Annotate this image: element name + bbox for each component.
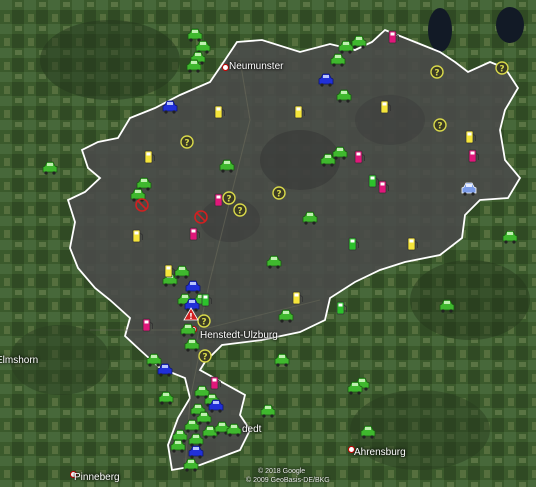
map-attribution-geobasis: © 2009 GeoBasis-DE/BKG	[246, 477, 330, 484]
fuel-station-icon[interactable]	[354, 150, 370, 164]
taxi-icon[interactable]	[502, 230, 518, 244]
taxi-icon[interactable]	[260, 404, 276, 418]
place-label-pinneberg: Pinneberg	[74, 472, 120, 483]
taxi-icon[interactable]	[186, 59, 202, 73]
bus-icon[interactable]	[188, 445, 204, 459]
svg-text:?: ?	[276, 190, 281, 200]
taxi-icon[interactable]	[439, 299, 455, 313]
svg-text:?: ?	[499, 65, 504, 75]
fuel-station-icon[interactable]	[294, 105, 310, 119]
place-label-henstedt: Henstedt-Ulzburg	[200, 330, 278, 341]
fuel-station-icon[interactable]	[407, 237, 423, 251]
city-dot-neumunster	[222, 64, 229, 71]
taxi-icon[interactable]	[183, 458, 199, 472]
fuel-station-icon[interactable]	[214, 105, 230, 119]
taxi-icon[interactable]	[170, 439, 186, 453]
bus-icon[interactable]	[162, 100, 178, 114]
car-icon[interactable]	[461, 182, 477, 196]
taxi-icon[interactable]	[332, 146, 348, 160]
taxi-icon[interactable]	[336, 89, 352, 103]
no-entry-icon[interactable]	[135, 198, 151, 212]
svg-text:?: ?	[237, 207, 242, 217]
question-mark-icon[interactable]: ?	[198, 349, 214, 363]
fuel-station-icon[interactable]	[380, 100, 396, 114]
taxi-icon[interactable]	[219, 159, 235, 173]
place-label-neumunster: Neumunster	[229, 61, 284, 72]
question-mark-icon[interactable]: ?	[180, 135, 196, 149]
fuel-station-icon[interactable]	[164, 264, 180, 278]
map-view[interactable]: Neumunster Henstedt-Ulzburg Elmshorn ded…	[0, 0, 536, 487]
place-label-elmshorn: Elmshorn	[0, 355, 39, 366]
bus-icon[interactable]	[318, 73, 334, 87]
fuel-station-icon[interactable]	[465, 130, 481, 144]
fuel-station-icon[interactable]	[210, 376, 226, 390]
fuel-station-icon[interactable]	[336, 301, 352, 315]
taxi-icon[interactable]	[180, 323, 196, 337]
fuel-station-icon[interactable]	[144, 150, 160, 164]
svg-text:!: !	[189, 312, 193, 321]
bus-icon[interactable]	[185, 280, 201, 294]
fuel-station-icon[interactable]	[368, 174, 384, 188]
fuel-station-icon[interactable]	[189, 227, 205, 241]
taxi-icon[interactable]	[347, 381, 363, 395]
question-mark-icon[interactable]: ?	[233, 203, 249, 217]
taxi-icon[interactable]	[360, 425, 376, 439]
fuel-station-icon[interactable]	[348, 237, 364, 251]
fuel-station-icon[interactable]	[201, 293, 217, 307]
taxi-icon[interactable]	[274, 353, 290, 367]
taxi-icon[interactable]	[330, 53, 346, 67]
no-entry-icon[interactable]	[194, 210, 210, 224]
fuel-station-icon[interactable]	[132, 229, 148, 243]
place-label-norderstedt: dedt	[242, 424, 262, 435]
taxi-icon[interactable]	[302, 211, 318, 225]
warning-icon[interactable]: !	[183, 307, 199, 321]
bus-icon[interactable]	[157, 363, 173, 377]
place-label-ahrensburg: Ahrensburg	[354, 447, 406, 458]
taxi-icon[interactable]	[278, 309, 294, 323]
svg-text:?: ?	[201, 318, 206, 328]
svg-text:?: ?	[437, 122, 442, 132]
taxi-icon[interactable]	[226, 423, 242, 437]
fuel-station-icon[interactable]	[142, 318, 158, 332]
fuel-station-icon[interactable]	[388, 30, 404, 44]
svg-text:?: ?	[202, 353, 207, 363]
fuel-station-icon[interactable]	[468, 149, 484, 163]
question-mark-icon[interactable]: ?	[495, 61, 511, 75]
taxi-icon[interactable]	[42, 161, 58, 175]
question-mark-icon[interactable]: ?	[197, 314, 213, 328]
taxi-icon[interactable]	[158, 391, 174, 405]
taxi-icon[interactable]	[351, 35, 367, 49]
svg-text:?: ?	[184, 139, 189, 149]
question-mark-icon[interactable]: ?	[433, 118, 449, 132]
bus-icon[interactable]	[208, 399, 224, 413]
map-attribution: © 2018 Google	[258, 468, 306, 475]
svg-text:?: ?	[226, 195, 231, 205]
svg-text:?: ?	[434, 69, 439, 79]
question-mark-icon[interactable]: ?	[272, 186, 288, 200]
question-mark-icon[interactable]: ?	[430, 65, 446, 79]
fuel-station-icon[interactable]	[292, 291, 308, 305]
taxi-icon[interactable]	[266, 255, 282, 269]
